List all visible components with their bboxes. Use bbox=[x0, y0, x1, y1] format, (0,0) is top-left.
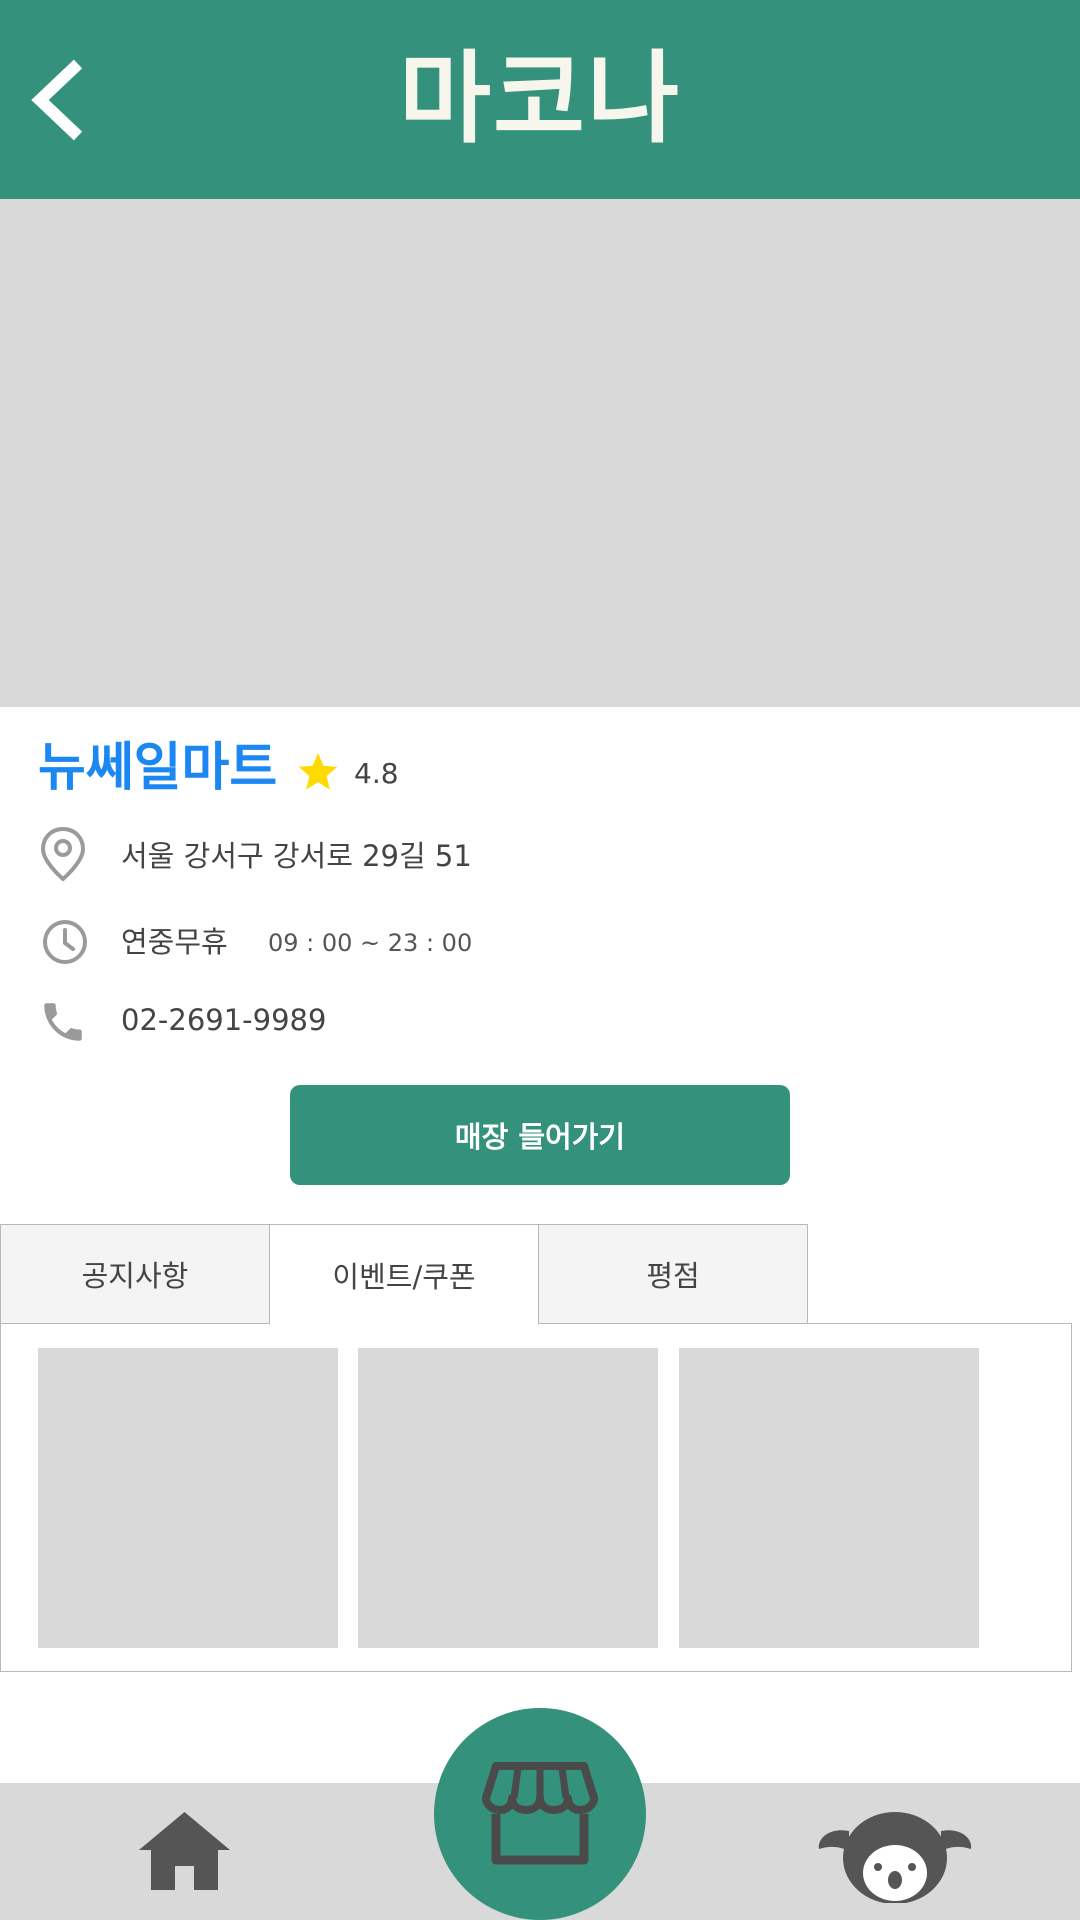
koala-icon[interactable] bbox=[815, 1803, 975, 1903]
star-icon bbox=[298, 752, 338, 790]
app-header: 마코나 bbox=[0, 0, 1080, 199]
store-hero-image bbox=[0, 199, 1080, 707]
coupon-thumbnail[interactable] bbox=[38, 1348, 338, 1648]
store-address: 서울 강서구 강서로 29길 51 bbox=[121, 839, 472, 873]
tab-notice[interactable]: 공지사항 bbox=[0, 1224, 270, 1324]
store-phone[interactable]: 02-2691-9989 bbox=[121, 1002, 326, 1038]
tab-rating[interactable]: 평점 bbox=[538, 1224, 808, 1324]
storefront-icon bbox=[482, 1762, 598, 1865]
clock-icon bbox=[43, 920, 87, 964]
enter-store-button[interactable]: 매장 들어가기 bbox=[290, 1085, 790, 1185]
store-nav-button[interactable] bbox=[434, 1708, 646, 1920]
store-name: 뉴쎄일마트 bbox=[38, 738, 278, 798]
phone-icon[interactable] bbox=[38, 994, 88, 1050]
home-icon[interactable] bbox=[137, 1810, 232, 1892]
map-pin-icon bbox=[40, 826, 86, 882]
coupon-thumbnail[interactable] bbox=[679, 1348, 979, 1648]
tab-event-coupon[interactable]: 이벤트/쿠폰 bbox=[269, 1224, 539, 1325]
store-rating: 4.8 bbox=[354, 757, 399, 790]
store-hours-label: 연중무휴 bbox=[121, 925, 228, 959]
coupon-thumbnail[interactable] bbox=[358, 1348, 658, 1648]
app-title: 마코나 bbox=[399, 40, 681, 157]
store-hours-time: 09 : 00 ~ 23 : 00 bbox=[268, 929, 473, 957]
